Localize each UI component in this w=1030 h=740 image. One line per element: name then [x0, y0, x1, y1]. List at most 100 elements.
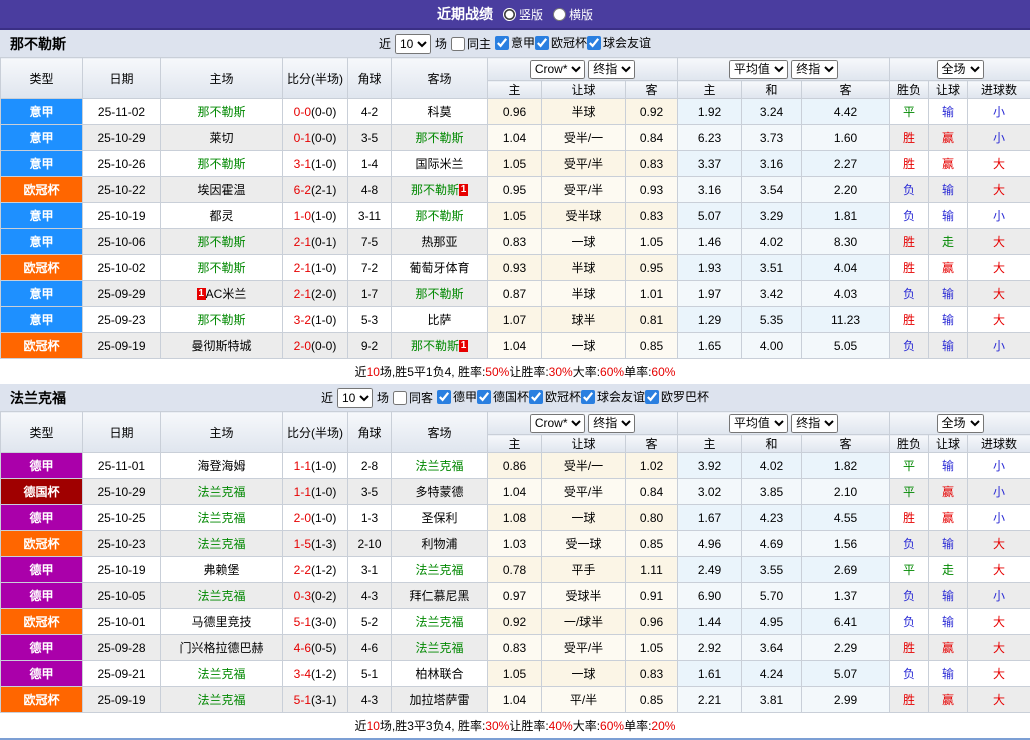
home-team-cell: 那不勒斯 — [161, 307, 283, 333]
result-cell: 平 — [890, 453, 929, 479]
goals-result-cell: 大 — [968, 307, 1030, 333]
league-filter-checkbox-input[interactable] — [495, 36, 509, 50]
summary-segment: 让胜率: — [509, 717, 548, 734]
league-type-cell: 意甲 — [1, 151, 83, 177]
table-row: 欧冠杯25-10-23法兰克福1-5(1-3)2-10利物浦1.03受一球0.8… — [1, 531, 1030, 557]
avg-home-cell: 6.90 — [678, 583, 742, 609]
league-filter-checkbox-input[interactable] — [529, 390, 543, 404]
league-filter-checkbox-input[interactable] — [477, 390, 491, 404]
let-home-odds-cell: 0.83 — [488, 229, 542, 255]
date-cell: 25-10-19 — [83, 203, 161, 229]
scope-select[interactable]: 全场 — [937, 414, 984, 433]
score-cell: 0-1(0-0) — [283, 125, 348, 151]
league-filter-checkbox-input[interactable] — [581, 390, 595, 404]
let-home-odds-cell: 0.95 — [488, 177, 542, 203]
avg-away-cell: 1.37 — [802, 583, 890, 609]
halftime-score: (1-0) — [311, 459, 336, 473]
home-team-cell: 法兰克福 — [161, 531, 283, 557]
same-venue-checkbox[interactable]: 同主 — [451, 35, 491, 52]
goals-result-cell: 大 — [968, 151, 1030, 177]
team-label: 柏林联合 — [415, 667, 463, 681]
summary-segment: 50% — [485, 365, 509, 379]
red-card-badge: 1 — [197, 288, 206, 300]
fulltime-score: 1-1 — [294, 459, 311, 473]
odds-stage-select[interactable]: 终指 — [588, 414, 635, 433]
handicap-line-cell: 平手 — [542, 557, 626, 583]
table-row: 德甲25-10-19弗赖堡2-2(1-2)3-1法兰克福0.78平手1.112.… — [1, 557, 1030, 583]
league-filter-checkbox[interactable]: 球会友谊 — [587, 34, 651, 51]
let-home-odds-cell: 1.05 — [488, 151, 542, 177]
league-filter-checkbox[interactable]: 德国杯 — [477, 388, 529, 405]
halftime-score: (1-2) — [311, 667, 336, 681]
league-filter-checkbox-input[interactable] — [437, 390, 451, 404]
let-away-odds-cell: 0.85 — [626, 687, 678, 713]
summary-line: 近10场,胜3平3负4, 胜率:30% 让胜率:40% 大率:60% 单率:20… — [0, 713, 1030, 738]
let-home-odds-cell: 1.04 — [488, 333, 542, 359]
games-count-select[interactable]: 10 — [337, 388, 373, 408]
away-team-cell: 利物浦 — [392, 531, 488, 557]
table-row: 意甲25-10-29莱切0-1(0-0)3-5那不勒斯1.04受半/一0.846… — [1, 125, 1030, 151]
average-select[interactable]: 平均值 — [729, 60, 788, 79]
sub-header-let-line: 让球 — [542, 81, 626, 99]
team-label: 马德里竞技 — [191, 615, 251, 629]
league-type-cell: 意甲 — [1, 99, 83, 125]
games-count-select[interactable]: 10 — [395, 34, 431, 54]
avg-home-cell: 2.92 — [678, 635, 742, 661]
table-row: 欧冠杯25-09-19曼彻斯特城2-0(0-0)9-2那不勒斯11.04一球0.… — [1, 333, 1030, 359]
score-cell: 3-4(1-2) — [283, 661, 348, 687]
league-filter-checkbox-input[interactable] — [535, 36, 549, 50]
bookmaker-select[interactable]: Crow* — [530, 414, 585, 433]
let-home-odds-cell: 1.03 — [488, 531, 542, 557]
league-filter-checkbox[interactable]: 欧罗巴杯 — [645, 388, 709, 405]
table-row: 德甲25-09-28门兴格拉德巴赫4-6(0-5)4-6法兰克福0.83受平/半… — [1, 635, 1030, 661]
handicap-line-cell: 受平/半 — [542, 635, 626, 661]
let-away-odds-cell: 1.02 — [626, 453, 678, 479]
league-filter-checkbox[interactable]: 意甲 — [495, 34, 535, 51]
result-cell: 胜 — [890, 229, 929, 255]
avg-draw-cell: 3.85 — [742, 479, 802, 505]
col-header-date: 日期 — [83, 412, 161, 453]
scope-select[interactable]: 全场 — [937, 60, 984, 79]
vertical-radio-input[interactable] — [503, 8, 516, 21]
avg-home-cell: 5.07 — [678, 203, 742, 229]
league-filter-group: 意甲欧冠杯球会友谊 — [495, 34, 651, 53]
let-away-odds-cell: 0.95 — [626, 255, 678, 281]
team-label: 科莫 — [427, 105, 451, 119]
bookmaker-select[interactable]: Crow* — [530, 60, 585, 79]
layout-radio-horizontal[interactable]: 横版 — [553, 6, 593, 23]
halftime-score: (2-0) — [311, 287, 336, 301]
horizontal-radio-input[interactable] — [553, 8, 566, 21]
section-frankfurt: 法兰克福 近 10 场 同客 德甲德国杯欧冠杯球会友谊欧罗巴杯 类型 日期 主场 — [0, 384, 1030, 740]
league-filter-checkbox[interactable]: 球会友谊 — [581, 388, 645, 405]
let-away-odds-cell: 0.83 — [626, 203, 678, 229]
corner-cell: 4-3 — [348, 687, 392, 713]
summary-segment: 场,胜3平3负4, 胜率: — [380, 717, 485, 734]
odds-stage-select[interactable]: 终指 — [588, 60, 635, 79]
average-select[interactable]: 平均值 — [729, 414, 788, 433]
avg-away-cell: 5.05 — [802, 333, 890, 359]
same-venue-checkbox[interactable]: 同客 — [393, 389, 433, 406]
score-cell: 5-1(3-1) — [283, 687, 348, 713]
sub-header-avg-draw: 和 — [742, 435, 802, 453]
avg-stage-select[interactable]: 终指 — [791, 60, 838, 79]
result-cell: 胜 — [890, 307, 929, 333]
corner-cell: 5-2 — [348, 609, 392, 635]
score-cell: 1-1(1-0) — [283, 479, 348, 505]
same-venue-checkbox-input[interactable] — [451, 37, 465, 51]
handicap-result-cell: 输 — [929, 177, 968, 203]
league-filter-checkbox-input[interactable] — [587, 36, 601, 50]
league-filter-checkbox[interactable]: 欧冠杯 — [535, 34, 587, 51]
avg-away-cell: 2.27 — [802, 151, 890, 177]
layout-radio-vertical[interactable]: 竖版 — [503, 6, 543, 23]
avg-home-cell: 2.21 — [678, 687, 742, 713]
league-filter-checkbox-input[interactable] — [645, 390, 659, 404]
red-card-badge: 1 — [459, 340, 468, 352]
page-title: 近期战绩 — [437, 4, 493, 24]
team-label: 法兰克福 — [415, 615, 463, 629]
league-filter-checkbox[interactable]: 欧冠杯 — [529, 388, 581, 405]
goals-result-cell: 大 — [968, 635, 1030, 661]
halftime-score: (1-2) — [311, 563, 336, 577]
avg-stage-select[interactable]: 终指 — [791, 414, 838, 433]
same-venue-checkbox-input[interactable] — [393, 391, 407, 405]
league-filter-checkbox[interactable]: 德甲 — [437, 388, 477, 405]
